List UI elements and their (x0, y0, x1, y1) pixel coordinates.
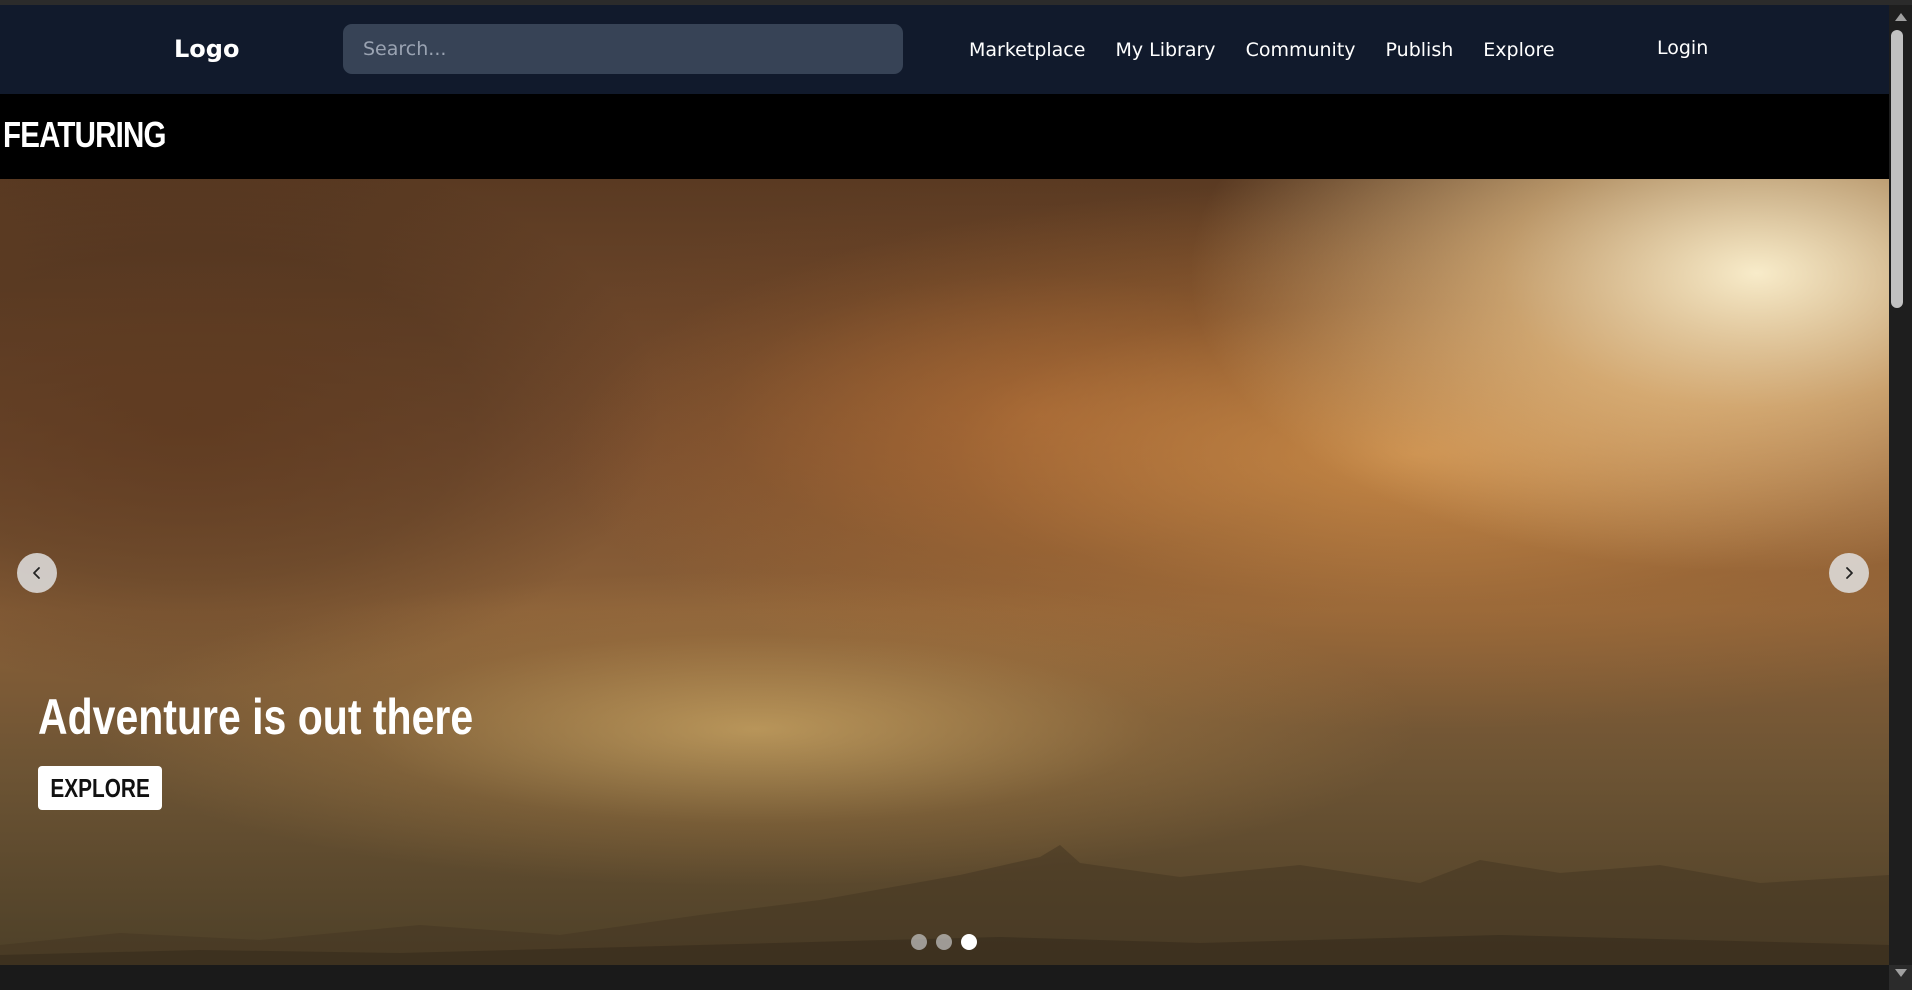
carousel-next-button[interactable] (1829, 553, 1869, 593)
chevron-right-icon (1846, 567, 1853, 579)
carousel-dot-1[interactable] (911, 934, 927, 950)
carousel-dot-3[interactable] (961, 934, 977, 950)
hero-carousel: Adventure is out there EXPLORE (0, 179, 1889, 965)
navbar: Logo Marketplace My Library Community Pu… (0, 5, 1889, 94)
login-link[interactable]: Login (1657, 37, 1708, 59)
scroll-down-arrow-icon[interactable] (1895, 969, 1907, 977)
bottom-bar (0, 965, 1889, 990)
chevron-left-icon (33, 567, 40, 579)
slide-title: Adventure is out there (38, 689, 474, 745)
explore-button-label: EXPLORE (50, 772, 150, 803)
nav-link-explore[interactable]: Explore (1483, 39, 1554, 61)
carousel-dots (911, 934, 977, 950)
nav-links: Marketplace My Library Community Publish… (969, 5, 1555, 94)
nav-link-marketplace[interactable]: Marketplace (969, 39, 1085, 61)
carousel-dot-2[interactable] (936, 934, 952, 950)
carousel-prev-button[interactable] (17, 553, 57, 593)
explore-button[interactable]: EXPLORE (38, 766, 162, 810)
page: Logo Marketplace My Library Community Pu… (0, 5, 1889, 965)
logo[interactable]: Logo (174, 33, 239, 65)
nav-link-community[interactable]: Community (1246, 39, 1356, 61)
nav-link-my-library[interactable]: My Library (1115, 39, 1215, 61)
featuring-heading: FEATURING (3, 114, 166, 155)
search-input[interactable] (343, 24, 903, 74)
scrollbar-thumb[interactable] (1891, 30, 1903, 308)
browser-window: Logo Marketplace My Library Community Pu… (0, 0, 1912, 990)
scroll-up-arrow-icon[interactable] (1895, 13, 1907, 21)
nav-link-publish[interactable]: Publish (1386, 39, 1454, 61)
